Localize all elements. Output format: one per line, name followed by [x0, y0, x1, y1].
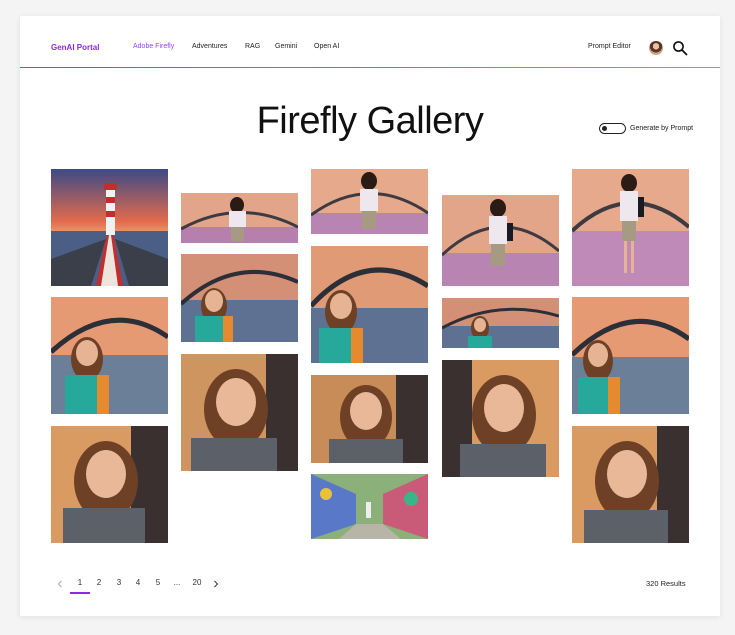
- gallery-image-bridge-full[interactable]: [311, 169, 428, 234]
- page-number-4[interactable]: 4: [133, 578, 143, 587]
- page-title: Firefly Gallery: [256, 100, 484, 142]
- page-number-2[interactable]: 2: [94, 578, 104, 587]
- header-divider: [20, 67, 720, 68]
- gallery-image-bridge-full[interactable]: [181, 193, 298, 243]
- gallery-image-closeup[interactable]: [181, 354, 298, 471]
- generate-by-prompt-toggle[interactable]: [599, 123, 626, 134]
- gallery-image-closeup[interactable]: [311, 375, 428, 463]
- chevron-right-icon[interactable]: [212, 580, 220, 588]
- page-card: GenAI Portal Adobe Firefly Adventures RA…: [20, 16, 720, 616]
- brand-logo[interactable]: GenAI Portal: [51, 43, 99, 52]
- page-number-1[interactable]: 1: [75, 578, 85, 587]
- nav-item-adobe-firefly[interactable]: Adobe Firefly: [133, 43, 174, 50]
- gallery-image-closeup[interactable]: [572, 426, 689, 543]
- avatar[interactable]: [649, 41, 663, 55]
- toggle-knob: [602, 125, 607, 131]
- search-icon[interactable]: [672, 40, 688, 56]
- gallery-image-graffiti-alley[interactable]: [311, 474, 428, 539]
- gallery-image-bridge-portrait[interactable]: [442, 298, 559, 348]
- nav-item-rag[interactable]: RAG: [245, 43, 260, 50]
- gallery-image-portrait[interactable]: [51, 297, 168, 414]
- nav-item-adventures[interactable]: Adventures: [192, 43, 227, 50]
- chevron-left-icon[interactable]: [56, 580, 64, 588]
- gallery-image-closeup[interactable]: [51, 426, 168, 543]
- current-page-indicator: [70, 592, 90, 594]
- nav-item-open-ai[interactable]: Open AI: [314, 43, 339, 50]
- prompt-editor-link[interactable]: Prompt Editor: [588, 43, 631, 50]
- gallery-image-bridge-portrait[interactable]: [311, 246, 428, 363]
- top-navigation-bar: GenAI Portal Adobe Firefly Adventures RA…: [20, 16, 720, 68]
- gallery-image-closeup[interactable]: [442, 360, 559, 477]
- gallery-image-bridge-full[interactable]: [572, 169, 689, 286]
- gallery-image-bridge-full[interactable]: [442, 195, 559, 286]
- page-ellipsis: ...: [173, 578, 181, 587]
- gallery-image-bridge-portrait[interactable]: [181, 254, 298, 342]
- toggle-label: Generate by Prompt: [630, 125, 694, 132]
- results-count: 320 Results: [646, 579, 686, 588]
- gallery-image-lighthouse[interactable]: [51, 169, 168, 286]
- page-number-20[interactable]: 20: [189, 578, 205, 587]
- page-number-3[interactable]: 3: [114, 578, 124, 587]
- gallery-image-bridge-portrait[interactable]: [572, 297, 689, 414]
- page-number-5[interactable]: 5: [153, 578, 163, 587]
- nav-item-gemini[interactable]: Gemini: [275, 43, 297, 50]
